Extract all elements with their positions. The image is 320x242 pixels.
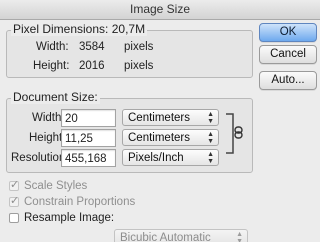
doc-height-label: Height: — [29, 132, 66, 144]
pixel-height-label: Height: — [33, 60, 70, 72]
updown-arrows-icon: ▲ ▼ — [236, 231, 243, 242]
resolution-label: Resolution: — [11, 152, 69, 164]
cancel-button[interactable]: Cancel — [259, 45, 317, 64]
resample-method-select[interactable]: Bicubic Automatic ▲ ▼ — [114, 229, 248, 242]
doc-width-unit-select[interactable]: Centimeters ▲ ▼ — [122, 109, 219, 126]
scale-styles-label: Scale Styles — [24, 180, 88, 192]
chain-link-icon — [234, 126, 243, 139]
updown-arrows-icon: ▲ ▼ — [207, 151, 214, 165]
resample-image-checkbox[interactable]: Resample Image: — [9, 212, 114, 224]
auto-button[interactable]: Auto... — [259, 71, 317, 90]
resolution-input[interactable]: 455,168 — [61, 149, 116, 167]
resolution-unit-select[interactable]: Pixels/Inch ▲ ▼ — [122, 149, 219, 166]
doc-height-unit: Centimeters — [128, 132, 190, 144]
image-size-dialog: Image Size Pixel Dimensions: 20,7M Width… — [0, 0, 320, 242]
window-title: Image Size — [0, 0, 320, 20]
pixel-dimensions-legend: Pixel Dimensions: 20,7M — [11, 22, 148, 36]
doc-height-input[interactable]: 11,25 — [61, 129, 116, 147]
doc-width-label: Width: — [32, 112, 65, 124]
pixel-dimensions-size: 20,7M — [111, 22, 146, 36]
doc-height-unit-select[interactable]: Centimeters ▲ ▼ — [122, 129, 219, 146]
document-size-legend: Document Size: — [11, 90, 100, 104]
checkbox-box: ✓ — [9, 195, 20, 207]
checkmark-icon: ✓ — [10, 179, 20, 191]
resolution-unit: Pixels/Inch — [128, 152, 184, 164]
resample-image-label: Resample Image: — [24, 212, 115, 224]
doc-width-unit: Centimeters — [128, 112, 190, 124]
updown-arrows-icon: ▲ ▼ — [207, 131, 214, 145]
updown-arrows-icon: ▲ ▼ — [207, 111, 214, 125]
doc-width-input[interactable]: 20 — [61, 109, 116, 127]
checkmark-icon: ✓ — [10, 195, 20, 207]
checkbox-box: ✓ — [9, 179, 20, 191]
resample-method: Bicubic Automatic — [120, 232, 211, 242]
ok-button[interactable]: OK — [259, 23, 317, 42]
pixel-width-label: Width: — [36, 41, 69, 53]
pixel-height-unit: pixels — [124, 60, 154, 72]
constrain-proportions-label: Constrain Proportions — [24, 196, 136, 208]
pixel-width-value: 3584 — [79, 41, 105, 53]
checkbox-box — [9, 213, 19, 223]
constrain-proportions-checkbox[interactable]: ✓ Constrain Proportions — [9, 195, 136, 208]
scale-styles-checkbox[interactable]: ✓ Scale Styles — [9, 179, 88, 192]
pixel-width-unit: pixels — [124, 41, 154, 53]
pixel-height-value: 2016 — [79, 60, 105, 72]
